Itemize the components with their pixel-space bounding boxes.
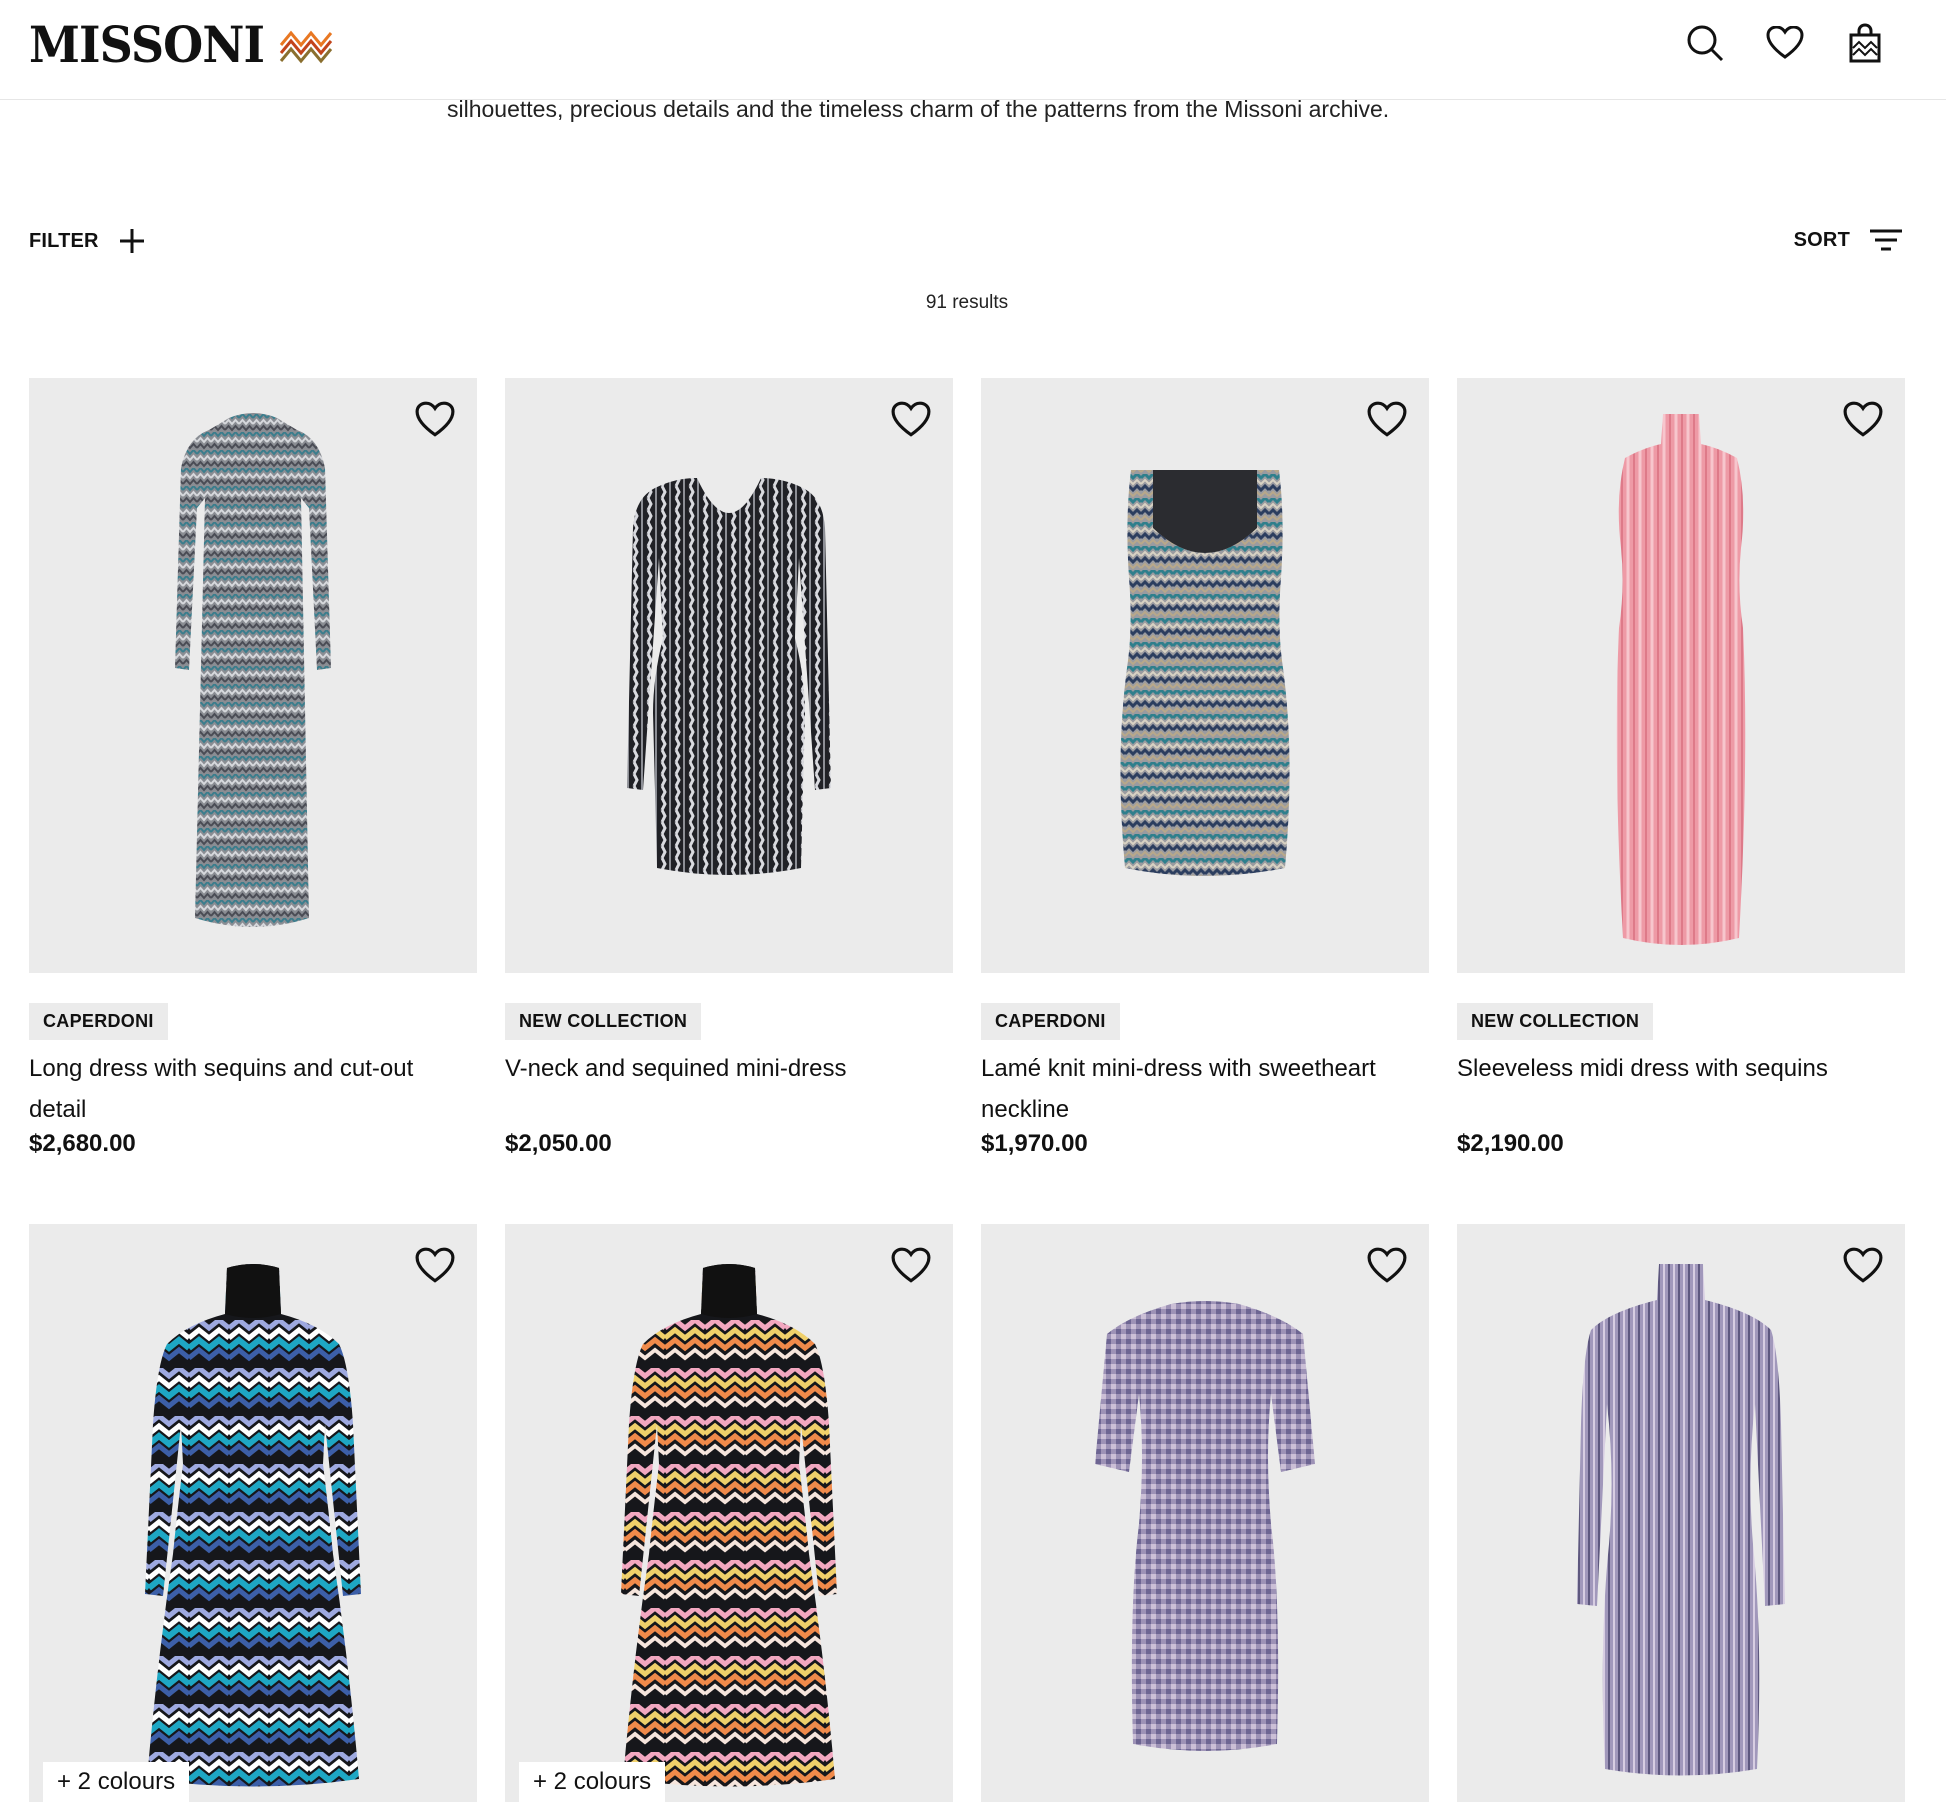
- product-card[interactable]: + 2 colours: [29, 1224, 477, 1810]
- product-card[interactable]: NEW COLLECTION Sleeveless midi dress wit…: [1457, 378, 1905, 1224]
- add-to-wishlist-heart-icon[interactable]: [415, 1246, 455, 1286]
- header-actions: [1684, 22, 1886, 64]
- filter-button[interactable]: FILTER: [29, 228, 145, 254]
- add-to-wishlist-heart-icon[interactable]: [891, 1246, 931, 1286]
- results-count: 91 results: [925, 292, 1009, 313]
- collection-intro-text: silhouettes, precious details and the ti…: [447, 96, 1390, 122]
- shopping-bag-icon[interactable]: [1844, 22, 1886, 64]
- add-to-wishlist-heart-icon[interactable]: [1367, 400, 1407, 440]
- purple-knit-turtleneck-dress-image: [1577, 1264, 1785, 1776]
- search-icon[interactable]: [1684, 22, 1726, 64]
- sort-lines-icon: [1870, 229, 1902, 251]
- more-colours-label[interactable]: + 2 colours: [43, 1762, 190, 1802]
- add-to-wishlist-heart-icon[interactable]: [1843, 400, 1883, 440]
- product-price: $2,190.00: [1457, 1130, 1564, 1157]
- filter-label: FILTER: [29, 229, 99, 252]
- product-image[interactable]: [1457, 1224, 1905, 1802]
- product-image[interactable]: [505, 378, 953, 973]
- plus-icon: [119, 229, 144, 253]
- add-to-wishlist-heart-icon[interactable]: [415, 400, 455, 440]
- product-card[interactable]: [981, 1224, 1429, 1810]
- blue-zigzag-knit-dress-image: [145, 1264, 361, 1787]
- collection-badge: NEW COLLECTION: [1457, 1003, 1654, 1040]
- product-card[interactable]: + 2 colours: [505, 1224, 953, 1810]
- more-colours-label[interactable]: + 2 colours: [519, 1762, 666, 1802]
- product-image[interactable]: + 2 colours: [29, 1224, 477, 1802]
- lame-knit-mini-dress-image: [1120, 470, 1290, 876]
- product-grid: CAPERDONI Long dress with sequins and cu…: [29, 378, 1905, 1810]
- collection-badge: CAPERDONI: [29, 1003, 168, 1040]
- product-image[interactable]: + 2 colours: [505, 1224, 953, 1802]
- v-neck-mini-dress-image: [627, 478, 831, 875]
- add-to-wishlist-heart-icon[interactable]: [891, 400, 931, 440]
- site-header: MISSONI: [0, 0, 1946, 100]
- brand-name: MISSONI: [29, 15, 265, 74]
- product-card[interactable]: [1457, 1224, 1905, 1810]
- product-card[interactable]: CAPERDONI Lamé knit mini-dress with swee…: [981, 378, 1429, 1224]
- product-image[interactable]: [981, 1224, 1429, 1802]
- sort-button[interactable]: SORT: [1794, 228, 1902, 252]
- sleeveless-midi-dress-image: [1616, 414, 1746, 945]
- collection-badge: NEW COLLECTION: [505, 1003, 702, 1040]
- add-to-wishlist-heart-icon[interactable]: [1367, 1246, 1407, 1286]
- product-card[interactable]: CAPERDONI Long dress with sequins and cu…: [29, 378, 477, 1224]
- product-name[interactable]: Sleeveless midi dress with sequins: [1457, 1048, 1905, 1130]
- add-to-wishlist-heart-icon[interactable]: [1843, 1246, 1883, 1286]
- product-image[interactable]: [981, 378, 1429, 973]
- sort-label: SORT: [1793, 228, 1850, 251]
- brand-logo[interactable]: MISSONI: [29, 18, 335, 72]
- zigzag-logo-icon: [279, 30, 332, 64]
- product-name[interactable]: V-neck and sequined mini-dress: [505, 1048, 953, 1130]
- purple-knit-short-sleeve-dress-image: [1095, 1301, 1315, 1751]
- product-price: $1,970.00: [981, 1130, 1088, 1157]
- collection-badge: CAPERDONI: [981, 1003, 1120, 1040]
- product-image[interactable]: [29, 378, 477, 973]
- product-card[interactable]: NEW COLLECTION V-neck and sequined mini-…: [505, 378, 953, 1224]
- long-sequin-dress-image: [175, 413, 331, 927]
- multicolour-zigzag-knit-dress-image: [621, 1264, 837, 1787]
- product-name[interactable]: Long dress with sequins and cut-out deta…: [29, 1048, 477, 1130]
- product-name[interactable]: Lamé knit mini-dress with sweetheart nec…: [981, 1048, 1429, 1130]
- wishlist-heart-icon[interactable]: [1764, 22, 1806, 64]
- product-price: $2,680.00: [29, 1130, 136, 1157]
- product-image[interactable]: [1457, 378, 1905, 973]
- product-price: $2,050.00: [505, 1130, 612, 1157]
